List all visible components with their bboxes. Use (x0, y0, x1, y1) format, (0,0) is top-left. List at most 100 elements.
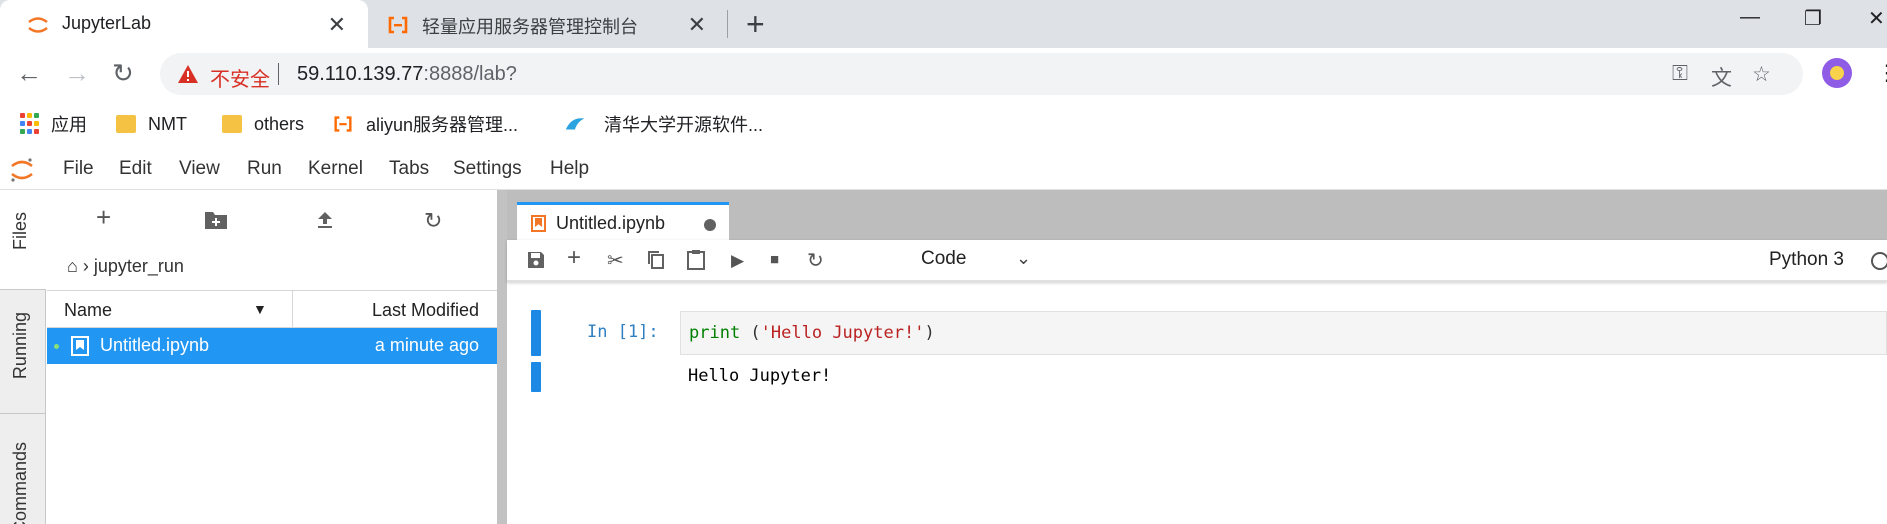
folder-icon (222, 115, 242, 133)
dock-tabbar: Untitled.ipynb (507, 190, 1887, 240)
breadcrumb-separator: › (82, 256, 94, 276)
sidebar-tab-label: Running (10, 312, 30, 380)
main-dock-area: Untitled.ipynb + ✂ ▶ ■ ↻ Code ⌄ Python 3… (507, 190, 1887, 524)
input-collapser[interactable] (531, 310, 541, 356)
cell-type-select[interactable]: Code (921, 248, 966, 270)
unsaved-indicator-icon[interactable] (704, 219, 716, 231)
upload-icon[interactable] (315, 210, 335, 230)
tab-label: Untitled.ipynb (556, 213, 666, 233)
code-open-paren: ( (740, 323, 761, 343)
file-browser-panel: + ↻ ⌂ › jupyter_run Name ▼ Last Modified… (47, 190, 507, 524)
sidebar-tab-files[interactable]: Files (0, 190, 46, 290)
profile-avatar[interactable] (1822, 58, 1852, 88)
bookmark-label: 清华大学开源软件... (604, 115, 764, 135)
refresh-icon[interactable]: ↻ (424, 208, 442, 234)
menu-file[interactable]: File (63, 158, 94, 180)
warning-icon (178, 65, 198, 83)
bookmark-apps[interactable]: 应用 (20, 112, 87, 136)
new-launcher-icon[interactable]: + (96, 202, 111, 233)
jupyter-logo-icon (11, 158, 33, 182)
column-name[interactable]: Name (64, 300, 112, 321)
close-tab-icon[interactable]: ✕ (328, 12, 346, 38)
save-icon[interactable] (527, 251, 545, 269)
bookmark-label: 应用 (51, 115, 87, 135)
jupyter-logo-icon (28, 17, 48, 33)
copy-icon[interactable] (647, 250, 665, 270)
kernel-status-icon (1871, 252, 1887, 270)
new-tab-button[interactable]: + (746, 6, 765, 43)
browser-tab-title: JupyterLab (62, 13, 152, 33)
close-window-button[interactable]: ✕ (1868, 6, 1885, 31)
browser-toolbar: ← → ↻ 不安全 59.110.139.77:8888/lab? ⚿ 文 ☆ … (0, 48, 1887, 102)
menu-view[interactable]: View (179, 158, 220, 180)
notebook-toolbar: + ✂ ▶ ■ ↻ Code ⌄ Python 3 (507, 240, 1887, 282)
code-string: 'Hello Jupyter!' (760, 323, 925, 343)
close-tab-icon[interactable]: ✕ (688, 12, 706, 38)
menu-tabs[interactable]: Tabs (389, 158, 429, 180)
run-icon[interactable]: ▶ (731, 251, 744, 271)
bookmark-label: NMT (148, 113, 187, 134)
new-folder-icon[interactable] (204, 210, 228, 230)
input-prompt: In [1]: (587, 322, 659, 342)
menu-kernel[interactable]: Kernel (308, 158, 363, 180)
translate-icon[interactable]: 文 (1711, 62, 1732, 92)
column-divider[interactable] (292, 291, 293, 327)
minimize-button[interactable]: — (1740, 6, 1760, 29)
file-row-untitled[interactable]: Untitled.ipynb a minute ago (47, 328, 497, 364)
menu-kebab-icon[interactable]: ⋮ (1876, 60, 1887, 86)
menu-edit[interactable]: Edit (119, 158, 152, 180)
tsinghua-icon (565, 118, 585, 130)
file-list-header: Name ▼ Last Modified (47, 290, 497, 328)
bookmark-others[interactable]: others (222, 112, 304, 136)
key-icon[interactable]: ⚿ (1672, 62, 1688, 86)
insert-cell-icon[interactable]: + (567, 244, 581, 272)
tab-untitled-notebook[interactable]: Untitled.ipynb (517, 202, 729, 240)
breadcrumb: ⌂ › jupyter_run (67, 256, 184, 277)
forward-icon[interactable]: → (64, 58, 90, 89)
reload-icon[interactable]: ↻ (112, 58, 134, 89)
url-path: :8888/lab? (423, 63, 517, 85)
bookmark-tsinghua[interactable]: 清华大学开源软件... (564, 112, 763, 136)
left-sidebar: Files Running Commands (0, 190, 46, 524)
bookmark-aliyun[interactable]: aliyun服务器管理... (332, 112, 518, 136)
sort-caret-icon[interactable]: ▼ (253, 301, 267, 317)
security-label[interactable]: 不安全 (210, 63, 270, 92)
code-line[interactable]: print ('Hello Jupyter!') (689, 323, 935, 343)
aliyun-icon (334, 116, 352, 132)
restart-kernel-icon[interactable]: ↻ (807, 248, 824, 273)
address-bar[interactable]: 不安全 59.110.139.77:8888/lab? ⚿ 文 ☆ (160, 53, 1803, 95)
home-icon[interactable]: ⌂ (67, 256, 78, 276)
chevron-down-icon[interactable]: ⌄ (1016, 248, 1031, 269)
folder-icon (116, 115, 136, 133)
stop-icon[interactable]: ■ (770, 251, 779, 268)
back-icon[interactable]: ← (16, 58, 42, 89)
sidebar-tab-running[interactable]: Running (0, 290, 46, 414)
sidebar-tab-label: Files (10, 212, 30, 251)
notebook-icon (71, 336, 89, 356)
menu-help[interactable]: Help (550, 158, 589, 180)
column-last-modified[interactable]: Last Modified (372, 300, 479, 321)
menu-run[interactable]: Run (247, 158, 282, 180)
bookmark-label: aliyun服务器管理... (366, 115, 519, 135)
restore-button[interactable]: ❐ (1804, 6, 1822, 31)
browser-tab-jupyterlab[interactable]: JupyterLab ✕ (0, 0, 368, 48)
breadcrumb-folder[interactable]: jupyter_run (94, 256, 184, 276)
menu-settings[interactable]: Settings (453, 158, 522, 180)
code-editor[interactable]: print ('Hello Jupyter!') (680, 311, 1887, 355)
browser-tab-title: 轻量应用服务器管理控制台 (422, 17, 638, 37)
file-name: Untitled.ipynb (100, 335, 210, 355)
star-icon[interactable]: ☆ (1752, 62, 1771, 87)
code-close-paren: ) (924, 323, 935, 343)
bookmark-nmt[interactable]: NMT (116, 112, 187, 136)
cut-icon[interactable]: ✂ (607, 248, 624, 273)
running-indicator (54, 344, 59, 349)
kernel-name[interactable]: Python 3 (1769, 249, 1844, 271)
cell-output: Hello Jupyter! (688, 366, 832, 386)
paste-icon[interactable] (687, 249, 705, 270)
file-modified: a minute ago (374, 335, 479, 355)
sidebar-tab-commands[interactable]: Commands (0, 414, 46, 524)
browser-tab-aliyun[interactable]: 轻量应用服务器管理控制台 ✕ (368, 0, 728, 48)
output-collapser[interactable] (531, 362, 541, 392)
url-text[interactable]: 59.110.139.77:8888/lab? (297, 63, 517, 86)
notebook-icon (531, 215, 546, 232)
